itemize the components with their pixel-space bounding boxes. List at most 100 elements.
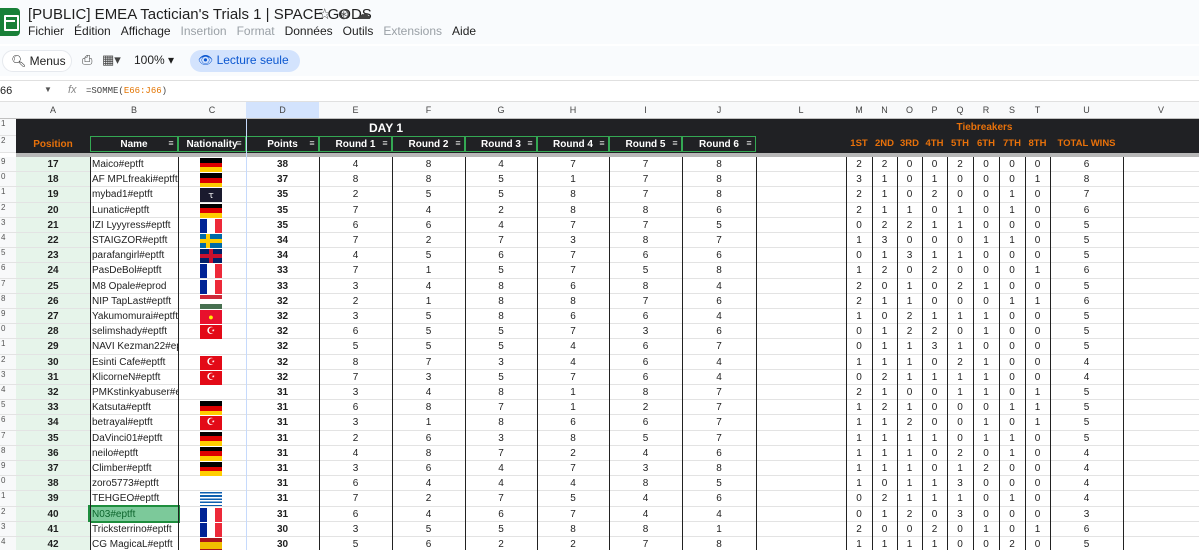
points-cell[interactable]: 32 [246, 370, 319, 383]
round-3-cell[interactable]: 4 [465, 461, 537, 474]
round-6-cell[interactable]: 6 [682, 248, 756, 261]
tiebreaker-cell[interactable]: 1 [947, 203, 973, 216]
points-cell[interactable]: 35 [246, 203, 319, 216]
tiebreaker-cell[interactable]: 0 [947, 537, 973, 550]
round-6-cell[interactable]: 6 [682, 203, 756, 216]
total-wins-cell[interactable]: 8 [1050, 172, 1123, 185]
points-cell[interactable]: 33 [246, 263, 319, 276]
tiebreaker-cell[interactable]: 1 [947, 248, 973, 261]
tiebreaker-cell[interactable]: 0 [897, 157, 922, 170]
tiebreaker-cell[interactable]: 1 [973, 279, 999, 292]
name-cell[interactable]: Maico#eptft [90, 157, 178, 171]
tiebreaker-cell[interactable]: 2 [872, 400, 897, 413]
column-header-o[interactable]: O [897, 105, 922, 115]
round-5-cell[interactable]: 3 [609, 324, 682, 337]
tiebreaker-cell[interactable]: 1 [973, 522, 999, 535]
tiebreaker-cell[interactable]: 0 [1025, 507, 1050, 520]
round-4-cell[interactable]: 8 [537, 522, 609, 535]
round-1-cell[interactable]: 7 [319, 263, 392, 276]
column-header-a[interactable]: A [16, 105, 90, 115]
total-wins-cell[interactable]: 6 [1050, 157, 1123, 170]
column-header-b[interactable]: B [90, 105, 178, 115]
total-wins-cell[interactable]: 5 [1050, 415, 1123, 428]
total-wins-cell[interactable]: 6 [1050, 522, 1123, 535]
tiebreaker-cell[interactable]: 0 [1025, 218, 1050, 231]
name-cell[interactable]: Katsuta#eptft [90, 400, 178, 414]
tiebreaker-cell[interactable]: 0 [846, 370, 872, 383]
position-cell[interactable]: 32 [16, 385, 90, 400]
position-cell[interactable]: 37 [16, 461, 90, 476]
tiebreaker-cell[interactable]: 0 [1025, 537, 1050, 550]
round-5-cell[interactable]: 6 [609, 370, 682, 383]
tiebreaker-cell[interactable]: 0 [973, 400, 999, 413]
tiebreaker-cell[interactable]: 2 [872, 263, 897, 276]
tiebreaker-cell[interactable]: 1 [846, 233, 872, 246]
tiebreaker-cell[interactable]: 2 [872, 157, 897, 170]
tiebreaker-cell[interactable]: 1 [922, 309, 947, 322]
tiebreaker-cell[interactable]: 1 [897, 203, 922, 216]
tiebreaker-cell[interactable]: 0 [947, 187, 973, 200]
tiebreaker-cell[interactable]: 0 [973, 218, 999, 231]
round-5-cell[interactable]: 7 [609, 537, 682, 550]
total-wins-cell[interactable]: 5 [1050, 233, 1123, 246]
name-cell[interactable]: PasDeBol#eptft [90, 263, 178, 277]
tiebreaker-cell[interactable]: 0 [1025, 476, 1050, 489]
tiebreaker-cell[interactable]: 1 [897, 355, 922, 368]
round-1-cell[interactable]: 7 [319, 233, 392, 246]
tiebreaker-cell[interactable]: 1 [947, 339, 973, 352]
round-2-cell[interactable]: 2 [392, 491, 465, 504]
round-1-cell[interactable]: 6 [319, 400, 392, 413]
tiebreaker-cell[interactable]: 0 [872, 279, 897, 292]
total-wins-cell[interactable]: 4 [1050, 476, 1123, 489]
round-2-cell[interactable]: 4 [392, 279, 465, 292]
position-cell[interactable]: 18 [16, 172, 90, 187]
tiebreaker-cell[interactable]: 0 [1025, 157, 1050, 170]
round-3-cell[interactable]: 5 [465, 324, 537, 337]
tiebreaker-cell[interactable]: 0 [999, 157, 1025, 170]
sheets-logo-icon[interactable] [0, 8, 20, 36]
chevron-down-icon[interactable]: ▼ [44, 85, 52, 94]
tiebreaker-cell[interactable]: 2 [846, 157, 872, 170]
position-cell[interactable]: 21 [16, 217, 90, 232]
round-5-cell[interactable]: 6 [609, 248, 682, 261]
tiebreaker-cell[interactable]: 2 [922, 522, 947, 535]
round-6-cell[interactable]: 7 [682, 400, 756, 413]
round-5-cell[interactable]: 4 [609, 491, 682, 504]
tiebreaker-cell[interactable]: 2 [897, 324, 922, 337]
round-6-cell[interactable]: 8 [682, 172, 756, 185]
tiebreaker-cell[interactable]: 0 [846, 324, 872, 337]
tiebreaker-cell[interactable]: 1 [872, 203, 897, 216]
round-4-cell[interactable]: 7 [537, 218, 609, 231]
menu-fichier[interactable]: Fichier [28, 24, 64, 38]
points-cell[interactable]: 32 [246, 355, 319, 368]
tiebreaker-cell[interactable]: 1 [872, 294, 897, 307]
round-1-cell[interactable]: 2 [319, 431, 392, 444]
tiebreaker-cell[interactable]: 0 [999, 279, 1025, 292]
round-5-cell[interactable]: 7 [609, 172, 682, 185]
round-3-cell[interactable]: 8 [465, 294, 537, 307]
tiebreaker-cell[interactable]: 0 [999, 309, 1025, 322]
tiebreaker-cell[interactable]: 1 [999, 400, 1025, 413]
tiebreaker-cell[interactable]: 0 [947, 400, 973, 413]
round-5-cell[interactable]: 8 [609, 279, 682, 292]
tiebreaker-cell[interactable]: 0 [922, 294, 947, 307]
round-2-cell[interactable]: 5 [392, 339, 465, 352]
points-cell[interactable]: 33 [246, 279, 319, 292]
position-cell[interactable]: 40 [16, 506, 90, 521]
round-5-cell[interactable]: 8 [609, 233, 682, 246]
round-2-cell[interactable]: 4 [392, 507, 465, 520]
tiebreaker-cell[interactable]: 2 [947, 157, 973, 170]
tiebreaker-cell[interactable]: 1 [846, 476, 872, 489]
tiebreaker-cell[interactable]: 0 [973, 248, 999, 261]
name-cell[interactable]: TEHGEO#eptft [90, 491, 178, 505]
tiebreaker-cell[interactable]: 1 [897, 537, 922, 550]
total-wins-cell[interactable]: 6 [1050, 263, 1123, 276]
round-4-cell[interactable]: 8 [537, 431, 609, 444]
position-cell[interactable]: 34 [16, 415, 90, 430]
tiebreaker-cell[interactable]: 3 [922, 339, 947, 352]
points-cell[interactable]: 32 [246, 309, 319, 322]
round-1-cell[interactable]: 7 [319, 203, 392, 216]
tiebreaker-cell[interactable]: 1 [922, 476, 947, 489]
position-cell[interactable]: 25 [16, 278, 90, 293]
tiebreaker-cell[interactable]: 1 [999, 431, 1025, 444]
